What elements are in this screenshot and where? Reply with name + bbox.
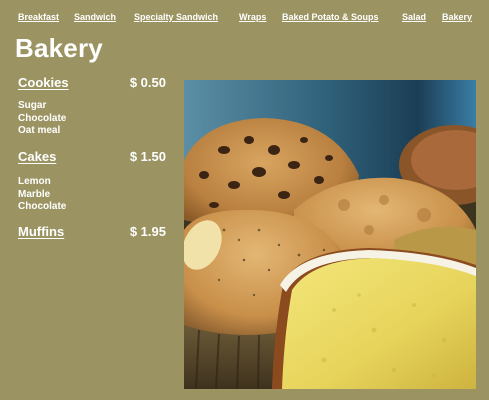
price-muffins: $ 1.95 — [129, 224, 166, 239]
bakery-photo — [184, 80, 476, 389]
nav-link-sandwich[interactable]: Sandwich — [74, 12, 116, 22]
category-row: Cookies $ 0.50 — [18, 75, 178, 95]
menu-item: Sugar — [18, 100, 47, 111]
menu-item: Marble — [18, 188, 51, 200]
category-link-cakes[interactable]: Cakes — [18, 149, 56, 164]
item-list-cookies: Sugar Chocolate Oat meal — [18, 100, 178, 138]
page-title: Bakery — [15, 33, 103, 63]
nav-link-wraps[interactable]: Wraps — [239, 12, 266, 22]
menu-section-cookies: Cookies $ 0.50 Sugar Chocolate Oat meal — [18, 75, 178, 149]
menu-list: Cookies $ 0.50 Sugar Chocolate Oat meal … — [18, 75, 178, 244]
price-cakes: $ 1.50 — [129, 149, 166, 164]
menu-item: Lemon — [18, 176, 51, 187]
menu-section-muffins: Muffins $ 1.95 — [18, 224, 178, 244]
price-cookies: $ 0.50 — [129, 75, 166, 90]
nav-link-specialty-sandwich[interactable]: Specialty Sandwich — [134, 12, 218, 22]
menu-item: Oat meal — [18, 125, 61, 136]
muffin-photo-illustration — [184, 80, 476, 389]
menu-section-cakes: Cakes $ 1.50 Lemon Marble Chocolate — [18, 149, 178, 224]
item-list-cakes: Lemon Marble Chocolate — [18, 176, 178, 214]
category-row: Muffins $ 1.95 — [18, 224, 178, 244]
nav-link-breakfast[interactable]: Breakfast — [18, 12, 59, 22]
nav-link-baked-potato-soups[interactable]: Baked Potato & Soups — [282, 12, 379, 22]
category-row: Cakes $ 1.50 — [18, 149, 178, 169]
category-link-muffins[interactable]: Muffins — [18, 224, 64, 239]
nav-link-bakery[interactable]: Bakery — [442, 12, 472, 22]
menu-item: Chocolate — [18, 201, 67, 212]
nav-link-salad[interactable]: Salad — [402, 12, 426, 22]
category-link-cookies[interactable]: Cookies — [18, 75, 69, 90]
menu-item: Chocolate — [18, 112, 67, 124]
